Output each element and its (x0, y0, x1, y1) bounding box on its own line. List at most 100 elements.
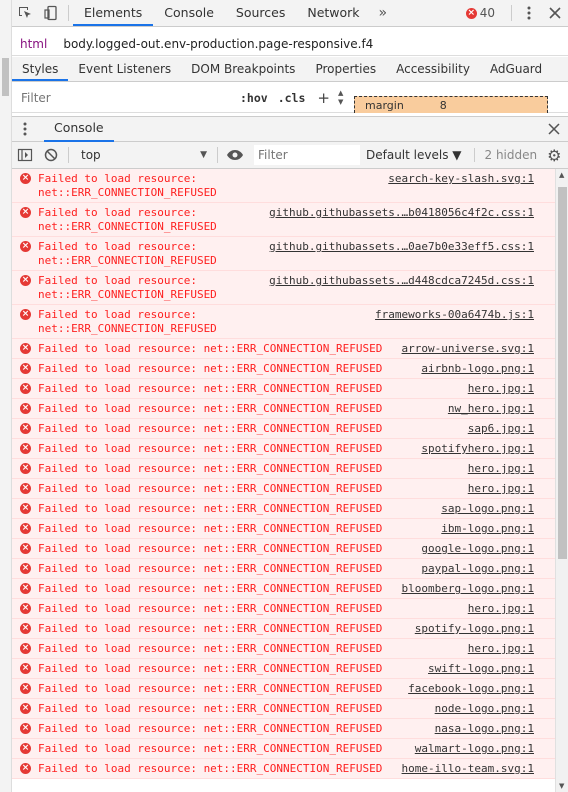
error-source-link[interactable]: github.githubassets.…0ae7b0e33eff5.css:1 (269, 240, 534, 253)
class-toggle[interactable]: .cls (278, 91, 306, 105)
error-message-text: Failed to load resource: net::ERR_CONNEC… (38, 681, 383, 695)
hover-state-toggle[interactable]: :hov (240, 91, 268, 105)
gear-icon[interactable]: ⚙ (547, 146, 561, 165)
breadcrumb: html body.logged-out.env-production.page… (12, 32, 568, 56)
drawer-menu-icon[interactable] (12, 116, 38, 142)
error-source-link[interactable]: hero.jpg:1 (468, 482, 534, 495)
error-icon: × (20, 343, 31, 354)
error-source-link[interactable]: hero.jpg:1 (468, 462, 534, 475)
error-source-link[interactable]: spotify-logo.png:1 (415, 622, 534, 635)
context-selector[interactable]: top ▼ (73, 145, 213, 165)
breadcrumb-body[interactable]: body.logged-out.env-production.page-resp… (55, 37, 381, 51)
error-source-link[interactable]: bloomberg-logo.png:1 (402, 582, 534, 595)
error-source-link[interactable]: hero.jpg:1 (468, 602, 534, 615)
console-scrollbar-thumb[interactable] (558, 187, 567, 559)
live-expression-eye-icon[interactable] (222, 142, 248, 168)
error-source-link[interactable]: airbnb-logo.png:1 (421, 362, 534, 375)
error-source-link[interactable]: ibm-logo.png:1 (441, 522, 534, 535)
error-source-link[interactable]: arrow-universe.svg:1 (402, 342, 534, 355)
error-source-link[interactable]: nw_hero.jpg:1 (448, 402, 534, 415)
tab-styles[interactable]: Styles (12, 57, 69, 81)
tab-event-listeners[interactable]: Event Listeners (68, 57, 181, 81)
console-error-row: × Failed to load resource: net::ERR_CONNE… (12, 419, 555, 439)
error-source-link[interactable]: nasa-logo.png:1 (435, 722, 534, 735)
error-message-text: Failed to load resource: net::ERR_CONNEC… (38, 661, 383, 675)
styles-scroll-arrows[interactable]: ▲ ▼ (338, 89, 343, 107)
clear-console-icon[interactable] (38, 142, 64, 168)
console-messages: ×Failed to load resource: net::ERR_CONNE… (12, 169, 555, 792)
error-source-link[interactable]: github.githubassets.…b0418056c4f2c.css:1 (269, 206, 534, 219)
error-source-link[interactable]: spotifyhero.jpg:1 (421, 442, 534, 455)
tab-sources[interactable]: Sources (225, 0, 296, 26)
error-source-link[interactable]: swift-logo.png:1 (428, 662, 534, 675)
error-source-link[interactable]: walmart-logo.png:1 (415, 742, 534, 755)
log-levels-dropdown[interactable]: Default levels ▼ (366, 148, 462, 162)
error-icon: × (20, 643, 31, 654)
tab-elements[interactable]: Elements (73, 0, 154, 26)
toolbar-separator (68, 5, 69, 21)
error-count: 40 (479, 6, 495, 20)
error-message-text: Failed to load resource: net::ERR_CONNEC… (38, 561, 383, 575)
box-model-margin: margin 8 (354, 96, 548, 113)
error-message-text: Failed to load resource: net::ERR_CONNEC… (38, 541, 383, 555)
tab-adguard[interactable]: AdGuard (480, 57, 552, 81)
styles-filter-input[interactable] (18, 87, 230, 108)
tab-accessibility[interactable]: Accessibility (386, 57, 480, 81)
error-source-link[interactable]: search-key-slash.svg:1 (388, 172, 534, 185)
console-error-row: × Failed to load resource: net::ERR_CONNE… (12, 203, 555, 237)
console-error-row: × Failed to load resource: net::ERR_CONNE… (12, 379, 555, 399)
console-error-row: × Failed to load resource: net::ERR_CONNE… (12, 271, 555, 305)
tab-console[interactable]: Console (153, 0, 225, 26)
more-tabs-button[interactable]: » (371, 5, 396, 21)
error-source-link[interactable]: hero.jpg:1 (468, 382, 534, 395)
error-counter[interactable]: × 40 (465, 6, 495, 20)
console-error-row: × Failed to load resource: net::ERR_CONNE… (12, 719, 555, 739)
tab-dom-breakpoints[interactable]: DOM Breakpoints (181, 57, 305, 81)
error-icon: × (465, 7, 477, 19)
toolbar-separator (68, 147, 69, 163)
console-error-row: × Failed to load resource: net::ERR_CONNE… (12, 759, 555, 779)
console-error-row: × Failed to load resource: net::ERR_CONNE… (12, 519, 555, 539)
error-source-link[interactable]: frameworks-00a6474b.js:1 (375, 308, 534, 321)
error-message-text: Failed to load resource: net::ERR_CONNEC… (38, 521, 383, 535)
console-error-row: × Failed to load resource: net::ERR_CONNE… (12, 679, 555, 699)
inspect-element-icon[interactable] (12, 0, 38, 26)
chevron-down-icon: ▼ (200, 150, 207, 160)
error-source-link[interactable]: sap6.jpg:1 (468, 422, 534, 435)
error-message-text: Failed to load resource: net::ERR_CONNEC… (38, 701, 383, 715)
error-source-link[interactable]: facebook-logo.png:1 (408, 682, 534, 695)
more-options-icon[interactable] (516, 0, 542, 26)
error-icon: × (20, 403, 31, 414)
tab-network[interactable]: Network (296, 0, 370, 26)
context-value: top (81, 148, 101, 162)
console-error-row: × Failed to load resource: net::ERR_CONNE… (12, 739, 555, 759)
console-scrollbar[interactable]: ▲ ▼ (555, 169, 568, 792)
device-toolbar-icon[interactable] (38, 0, 64, 26)
devtools-main-toolbar: Elements Console Sources Network » × 40 (12, 0, 568, 27)
error-source-link[interactable]: hero.jpg:1 (468, 642, 534, 655)
tab-properties[interactable]: Properties (305, 57, 386, 81)
console-filter-input[interactable] (254, 145, 360, 165)
drawer-tab-console[interactable]: Console (44, 116, 114, 142)
error-icon: × (20, 275, 31, 286)
scroll-down-arrow[interactable]: ▼ (559, 782, 564, 790)
breadcrumb-html[interactable]: html (12, 37, 55, 51)
error-icon: × (20, 543, 31, 554)
error-source-link[interactable]: paypal-logo.png:1 (421, 562, 534, 575)
margin-label: margin (365, 98, 404, 112)
show-sidebar-icon[interactable] (12, 142, 38, 168)
scroll-up-arrow[interactable]: ▲ (559, 171, 564, 179)
error-source-link[interactable]: github.githubassets.…d448cdca7245d.css:1 (269, 274, 534, 287)
close-drawer-icon[interactable] (548, 120, 560, 139)
error-source-link[interactable]: google-logo.png:1 (421, 542, 534, 555)
error-source-link[interactable]: home-illo-team.svg:1 (402, 762, 534, 775)
console-error-row: × Failed to load resource: net::ERR_CONNE… (12, 579, 555, 599)
error-icon: × (20, 583, 31, 594)
close-devtools-icon[interactable] (542, 0, 568, 26)
error-message-text: Failed to load resource: net::ERR_CONNEC… (38, 421, 383, 435)
new-style-rule-icon[interactable]: + (317, 89, 330, 107)
error-source-link[interactable]: sap-logo.png:1 (441, 502, 534, 515)
dom-scrollbar-thumb[interactable] (2, 58, 9, 96)
margin-value[interactable]: 8 (440, 99, 447, 112)
error-source-link[interactable]: node-logo.png:1 (435, 702, 534, 715)
